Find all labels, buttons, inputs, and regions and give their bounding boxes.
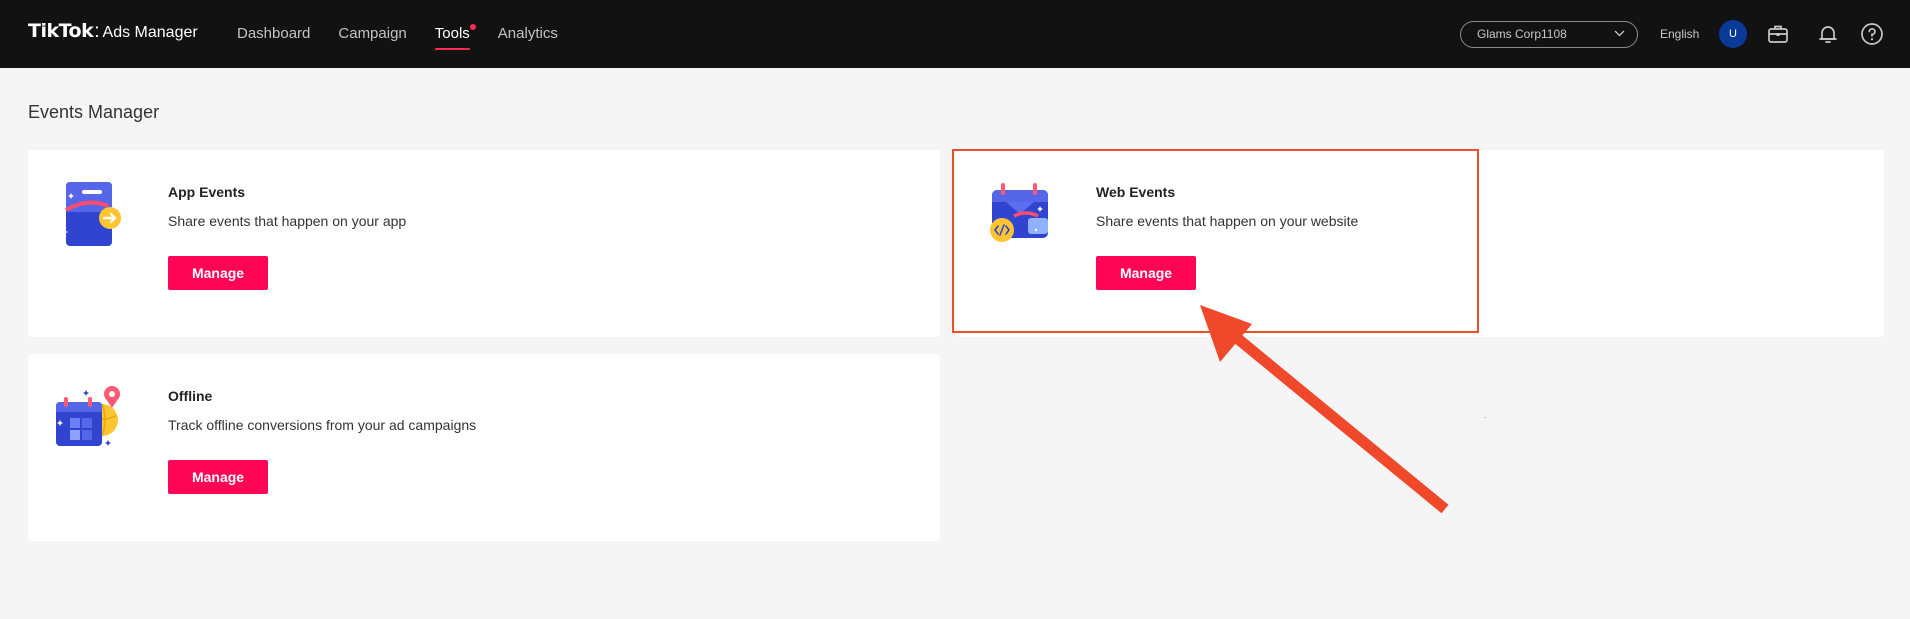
- page-title: Events Manager: [28, 102, 160, 122]
- main-nav: Dashboard Campaign Tools Analytics: [237, 0, 586, 68]
- app-events-manage-button[interactable]: Manage: [168, 256, 268, 290]
- offline-events-icon: [56, 386, 120, 446]
- nav-tools-label: Tools: [434, 25, 470, 42]
- card-title: Offline: [168, 388, 213, 404]
- account-selector[interactable]: Glams Corp1108: [1460, 21, 1638, 48]
- card-title: Web Events: [1096, 184, 1176, 200]
- logo-product: Ads Manager: [102, 24, 198, 41]
- account-name: Glams Corp1108: [1477, 27, 1567, 41]
- web-events-manage-button[interactable]: Manage: [1096, 256, 1196, 290]
- app-events-icon: [56, 182, 121, 246]
- bell-icon[interactable]: [1816, 22, 1840, 46]
- top-navigation-bar: TikTok : Ads Manager Dashboard Campaign …: [0, 0, 1910, 68]
- web-events-card: Web Events Share events that happen on y…: [956, 150, 1884, 337]
- nav-analytics[interactable]: Analytics: [498, 0, 558, 68]
- tiktok-ads-manager-logo[interactable]: TikTok : Ads Manager: [28, 20, 198, 48]
- nav-tools[interactable]: Tools: [434, 0, 476, 68]
- help-icon[interactable]: [1860, 22, 1884, 46]
- offline-manage-button[interactable]: Manage: [168, 460, 268, 494]
- chevron-down-icon: [1614, 30, 1625, 37]
- app-events-card: App Events Share events that happen on y…: [28, 150, 940, 337]
- card-description: Share events that happen on your website: [1096, 213, 1359, 229]
- logo-separator: :: [94, 21, 100, 42]
- briefcase-icon[interactable]: [1766, 22, 1790, 46]
- user-avatar[interactable]: U: [1719, 20, 1747, 48]
- offline-events-card: Offline Track offline conversions from y…: [28, 354, 940, 541]
- card-title: App Events: [168, 184, 246, 200]
- card-description: Track offline conversions from your ad c…: [168, 417, 477, 433]
- divider-speck: [1484, 417, 1486, 418]
- logo-brand: TikTok: [28, 20, 94, 42]
- nav-dashboard[interactable]: Dashboard: [237, 0, 310, 68]
- web-events-icon: [990, 183, 1048, 242]
- notification-dot: [469, 24, 476, 30]
- nav-campaign[interactable]: Campaign: [338, 0, 406, 68]
- language-selector[interactable]: English: [1660, 27, 1699, 41]
- card-description: Share events that happen on your app: [168, 213, 407, 229]
